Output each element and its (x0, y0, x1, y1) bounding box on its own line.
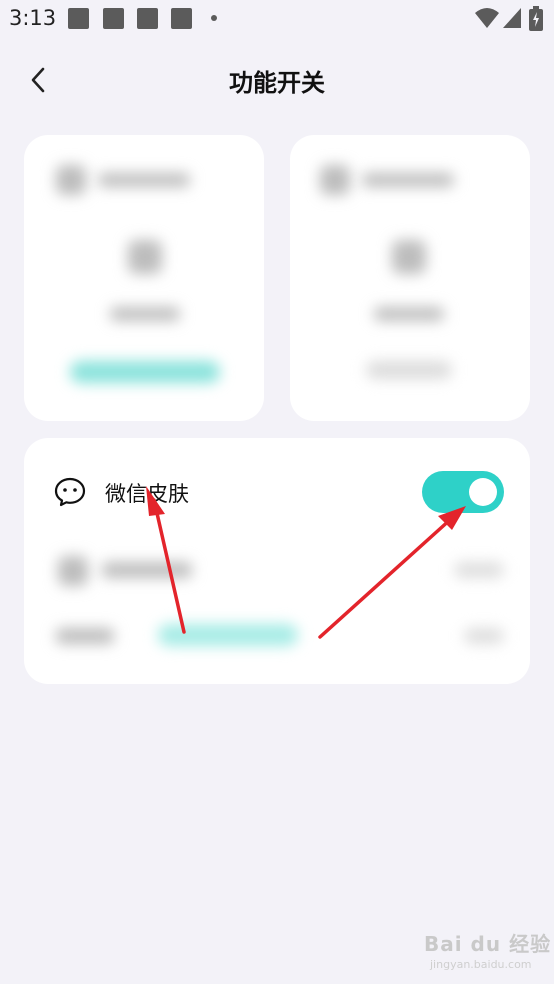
header: 功能开关 (0, 48, 554, 112)
wechat-skin-row: 微信皮肤 (24, 438, 530, 544)
toggle-knob (469, 478, 497, 506)
app-notification-icon (103, 8, 124, 29)
watermark-url: jingyan.baidu.com (430, 958, 532, 971)
blurred-button (70, 361, 220, 383)
blurred-slider (158, 624, 298, 646)
signal-icon (503, 8, 521, 28)
app-notification-icon (171, 8, 192, 29)
blurred-icon (58, 556, 88, 586)
app-notification-icon (137, 8, 158, 29)
blurred-button (366, 361, 452, 379)
blurred-text (464, 628, 504, 644)
blurred-text (98, 173, 190, 187)
blurred-icon (128, 240, 162, 274)
blurred-text (362, 173, 454, 187)
blurred-text (102, 562, 192, 578)
blurred-icon (392, 240, 426, 274)
wechat-skin-label: 微信皮肤 (105, 482, 189, 506)
blurred-icon (320, 165, 350, 195)
more-notifications-dot (211, 15, 217, 21)
feature-card-left[interactable] (24, 135, 264, 421)
blurred-icon (56, 165, 86, 195)
wifi-icon (475, 8, 499, 28)
settings-card: 微信皮肤 (24, 438, 530, 684)
status-time: 3:13 (9, 6, 57, 30)
blurred-text (56, 628, 114, 644)
status-bar: 3:13 (0, 0, 554, 38)
feature-card-right[interactable] (290, 135, 530, 421)
page-title: 功能开关 (229, 69, 325, 97)
watermark-logo: Bai du 经验 (424, 932, 552, 956)
wechat-skin-toggle[interactable] (422, 471, 504, 513)
battery-charging-icon (529, 6, 543, 31)
blurred-text (454, 562, 504, 578)
app-notification-icon (68, 8, 89, 29)
blurred-text (374, 307, 444, 321)
blurred-text (110, 307, 180, 321)
wechat-icon (54, 477, 86, 507)
